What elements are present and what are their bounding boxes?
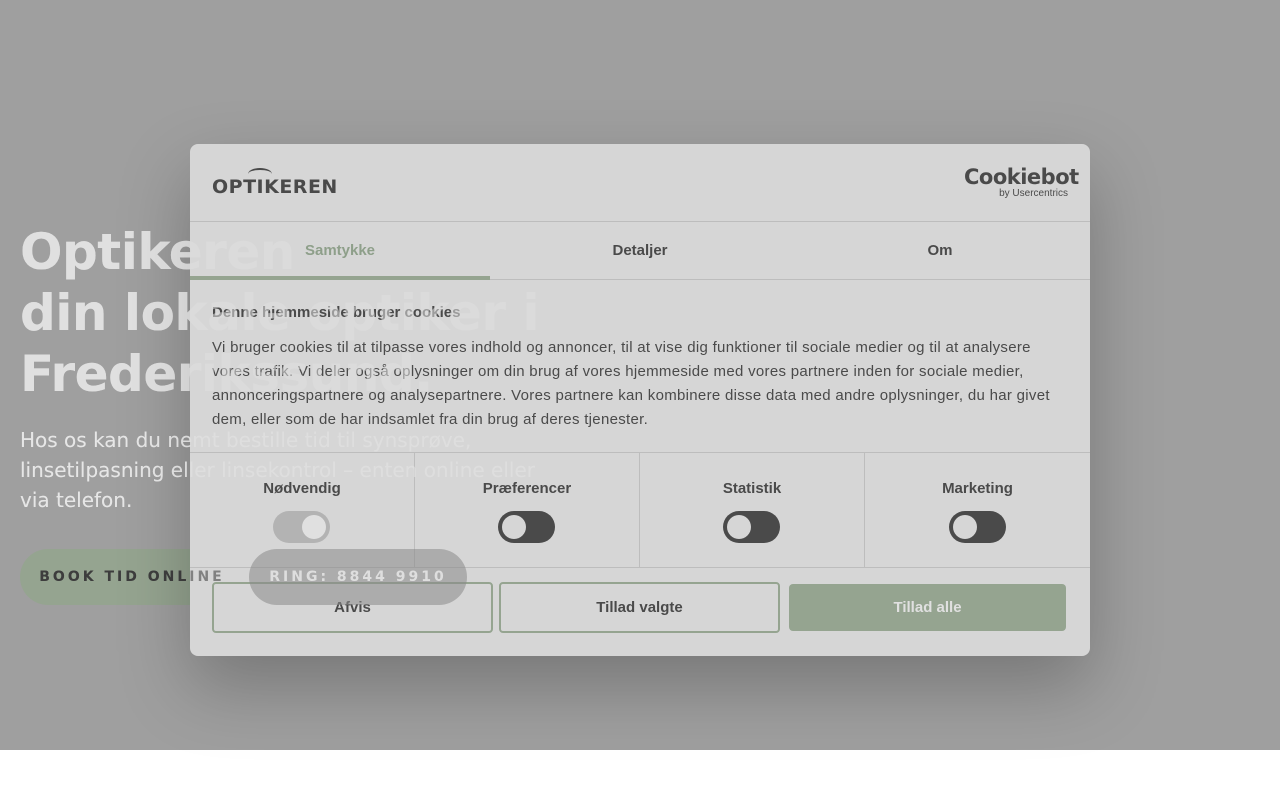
marketing-toggle[interactable] [948,511,1006,543]
cookiebot-logo[interactable]: Cookiebot by Usercentrics [964,165,1079,200]
tab-om[interactable]: Om [790,222,1090,279]
category-label: Nødvendig [263,480,341,497]
toggle-knob [302,515,326,539]
consent-actions: Afvis Tillad valgte Tillad alle [212,582,1068,633]
statistics-toggle[interactable] [723,511,780,543]
toggle-knob [952,515,977,539]
category-marketing: Marketing [865,453,1090,567]
cookiebot-brand: Cookiebot [964,165,1079,189]
logo-text: OPTIKEREN [212,176,338,198]
dialog-header: OPTIKEREN Cookiebot by Usercentrics [190,144,1090,222]
preferences-toggle[interactable] [498,511,555,543]
toggle-knob [727,515,751,539]
consent-content: Denne hjemmeside bruger cookies Vi bruge… [212,302,1068,432]
page-below-hero [0,750,1280,800]
category-label: Præferencer [482,480,572,497]
category-necessary: Nødvendig [190,453,415,567]
category-statistics: Statistik [640,453,865,567]
consent-heading: Denne hjemmeside bruger cookies [212,304,461,321]
optikeren-logo: OPTIKEREN [212,168,340,198]
tab-detaljer[interactable]: Detaljer [490,222,790,279]
cookie-consent-dialog: OPTIKEREN Cookiebot by Usercentrics Samt… [190,144,1090,656]
allow-all-button[interactable]: Tillad alle [789,584,1066,631]
category-label: Marketing [942,480,1013,497]
toggle-knob [502,515,526,539]
category-label: Statistik [722,480,782,497]
tab-samtykke[interactable]: Samtykke [190,222,490,280]
category-toggles: Nødvendig Præferencer Statistik Marketin… [190,452,1090,568]
consent-tabs: Samtykke Detaljer Om [190,222,1090,280]
cookiebot-by: by Usercentrics [999,188,1068,199]
decline-button[interactable]: Afvis [212,582,493,633]
consent-body: Vi bruger cookies til at tilpasse vores … [212,339,1050,428]
necessary-toggle [273,511,330,543]
allow-selected-button[interactable]: Tillad valgte [499,582,780,633]
category-preferences: Præferencer [415,453,640,567]
